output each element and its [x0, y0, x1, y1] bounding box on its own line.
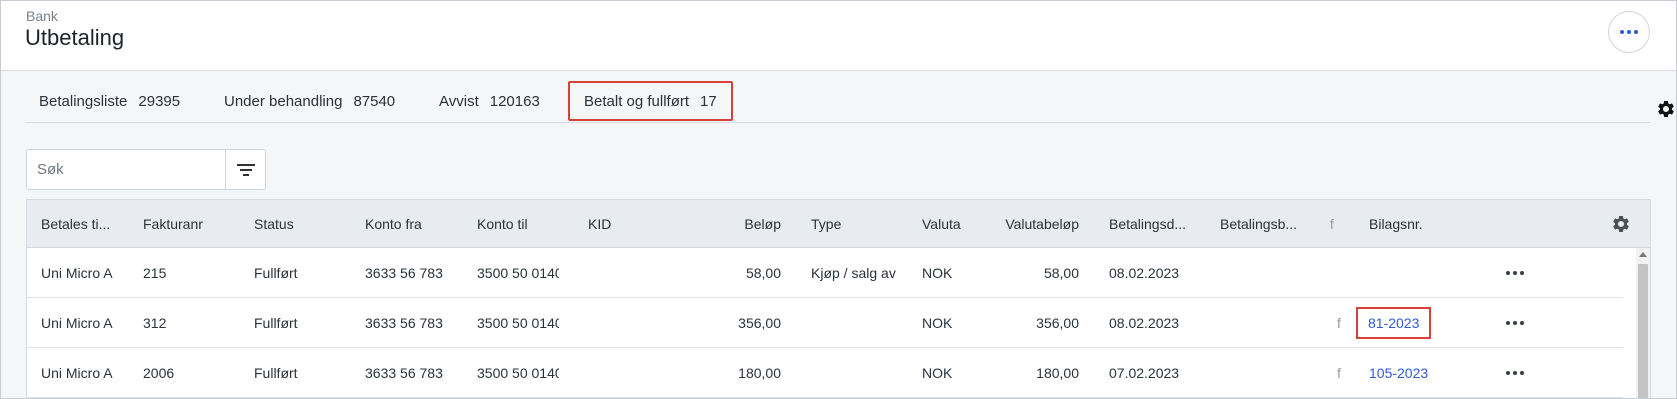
column-header-konto-fra[interactable]: Konto fra	[365, 200, 455, 247]
more-horizontal-icon	[1620, 30, 1624, 34]
cell-valutabelop: 180,00	[1036, 364, 1079, 381]
app-frame: Bank Utbetaling Betalingsliste 29395 Und…	[0, 0, 1677, 399]
search-box	[26, 149, 266, 190]
column-header-konto-til[interactable]: Konto til	[477, 200, 567, 247]
tab-count: 120163	[489, 92, 540, 110]
cell-betalingsb	[1220, 248, 1310, 297]
column-header-betales-til[interactable]: Betales ti...	[41, 200, 131, 247]
cell-kid	[588, 348, 678, 397]
table-header: Betales ti... Fakturanr Status Konto fra…	[27, 200, 1650, 248]
cell-status: Fullført	[254, 314, 298, 331]
gear-icon[interactable]	[1656, 99, 1676, 119]
cell-kid	[588, 298, 678, 347]
cell-bilagsnr: 105-2023	[1369, 348, 1459, 397]
filter-icon	[236, 163, 255, 176]
tab-betalt-og-fullfort[interactable]: Betalt og fullført 17	[568, 81, 733, 121]
row-more-button[interactable]	[1503, 248, 1527, 298]
table-row[interactable]: Uni Micro A 215 Fullført 3633 56 783 350…	[27, 248, 1623, 298]
cell-betalingsdato: 08.02.2023	[1109, 314, 1180, 331]
column-header-truncated[interactable]: f	[1330, 200, 1340, 247]
tab-avvist[interactable]: Avvist 120163	[439, 79, 540, 123]
column-header-belop[interactable]: Beløp	[687, 200, 781, 247]
more-horizontal-icon	[1506, 271, 1510, 275]
cell-betalingsb	[1220, 298, 1310, 347]
row-more-button[interactable]	[1503, 298, 1527, 348]
column-header-valutabelop[interactable]: Valutabeløp	[987, 200, 1079, 247]
column-header-bilagsnr[interactable]: Bilagsnr.	[1369, 200, 1459, 247]
filter-button[interactable]	[225, 150, 265, 189]
column-header-kid[interactable]: KID	[588, 200, 678, 247]
cell-betalingsdato: 08.02.2023	[1109, 264, 1180, 281]
table-row[interactable]: Uni Micro A 2006 Fullført 3633 56 783 35…	[27, 348, 1623, 398]
row-more-button[interactable]	[1503, 348, 1527, 398]
cell-valutabelop: 356,00	[1036, 314, 1079, 331]
cell-konto-fra: 3633 56 783	[365, 314, 443, 331]
cell-betales-til: Uni Micro A	[41, 314, 113, 331]
tab-count: 87540	[353, 92, 396, 110]
search-input[interactable]	[27, 150, 225, 189]
tab-bar: Betalingsliste 29395 Under behandling 87…	[26, 79, 1674, 123]
tab-label: Betalingsliste	[39, 92, 128, 110]
cell-type	[811, 348, 897, 397]
cell-betales-til: Uni Micro A	[41, 264, 113, 281]
payments-table: Betales ti... Fakturanr Status Konto fra…	[26, 199, 1651, 398]
cell-betales-til: Uni Micro A	[41, 364, 113, 381]
tab-under-behandling[interactable]: Under behandling 87540	[224, 79, 395, 123]
scroll-up-arrow-icon[interactable]	[1639, 252, 1647, 257]
scrollbar-thumb[interactable]	[1638, 264, 1648, 398]
cell-belop: 356,00	[738, 314, 781, 331]
column-header-fakturanr[interactable]: Fakturanr	[143, 200, 233, 247]
cell-konto-fra: 3633 56 783	[365, 364, 443, 381]
cell-type: Kjøp / salg av	[811, 264, 896, 281]
cell-konto-til: 3500 50 0140	[477, 364, 559, 381]
more-horizontal-icon	[1506, 371, 1510, 375]
cell-status: Fullført	[254, 264, 298, 281]
cell-truncated	[1337, 248, 1343, 297]
cell-kid	[588, 248, 678, 297]
table-scrollbar[interactable]	[1636, 248, 1650, 398]
cell-fakturanr: 215	[143, 264, 167, 281]
tab-betalingsliste[interactable]: Betalingsliste 29395	[39, 79, 180, 123]
tab-count: 17	[700, 92, 717, 110]
tab-label: Avvist	[439, 92, 479, 110]
bilagsnr-link[interactable]: 81-2023	[1356, 306, 1432, 339]
cell-konto-fra: 3633 56 783	[365, 264, 443, 281]
cell-betalingsb	[1220, 348, 1310, 397]
column-header-betalingsdato[interactable]: Betalingsd...	[1109, 200, 1199, 247]
tab-count: 29395	[138, 92, 181, 110]
table-row[interactable]: Uni Micro A 312 Fullført 3633 56 783 350…	[27, 298, 1623, 348]
column-header-status[interactable]: Status	[254, 200, 344, 247]
cell-truncated: f	[1337, 314, 1341, 331]
cell-fakturanr: 312	[143, 314, 167, 331]
bilagsnr-link[interactable]: 105-2023	[1369, 365, 1428, 381]
more-horizontal-icon	[1506, 321, 1510, 325]
cell-betalingsdato: 07.02.2023	[1109, 364, 1180, 381]
cell-belop: 58,00	[745, 264, 781, 281]
cell-valutabelop: 58,00	[1043, 264, 1079, 281]
cell-bilagsnr: 81-2023	[1356, 298, 1469, 347]
gear-icon[interactable]	[1611, 214, 1631, 234]
tab-label: Under behandling	[224, 92, 343, 110]
cell-konto-til: 3500 50 0140	[477, 264, 559, 281]
cell-bilagsnr	[1369, 248, 1459, 297]
cell-konto-til: 3500 50 0140	[477, 314, 559, 331]
tab-label: Betalt og fullført	[584, 92, 690, 110]
page-header: Bank Utbetaling	[1, 1, 1676, 71]
cell-type	[811, 298, 897, 347]
column-header-type[interactable]: Type	[811, 200, 901, 247]
cell-status: Fullført	[254, 364, 298, 381]
cell-fakturanr: 2006	[143, 364, 175, 381]
breadcrumb[interactable]: Bank	[26, 8, 58, 24]
main-content: Betalingsliste 29395 Under behandling 87…	[1, 71, 1676, 398]
cell-belop: 180,00	[738, 364, 781, 381]
column-header-betalingsb[interactable]: Betalingsb...	[1220, 200, 1310, 247]
page-title: Utbetaling	[25, 25, 125, 50]
cell-truncated: f	[1337, 364, 1341, 381]
more-options-button[interactable]	[1608, 11, 1650, 53]
